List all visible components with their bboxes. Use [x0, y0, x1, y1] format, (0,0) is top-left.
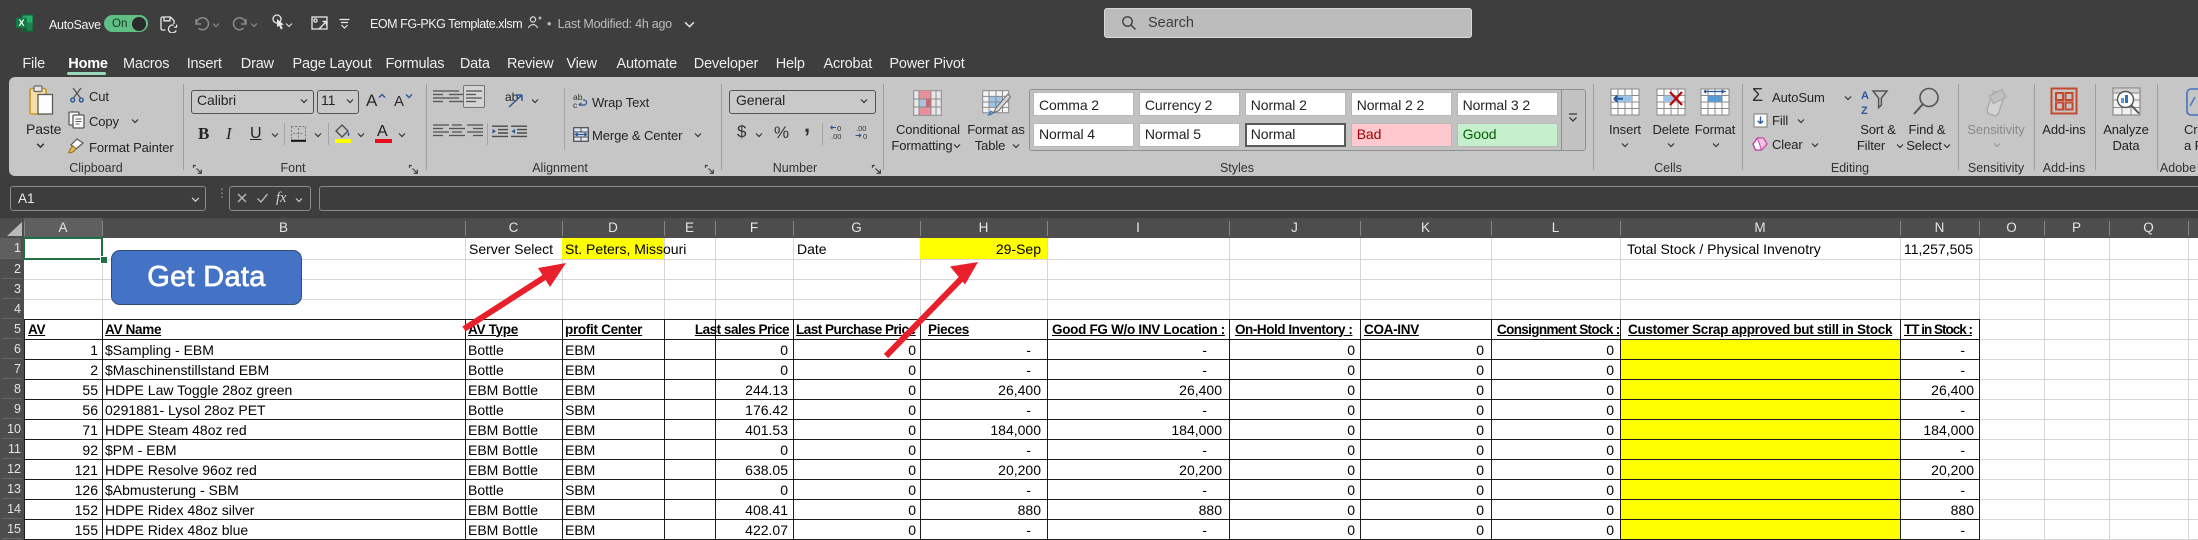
svg-text:A: A: [1861, 90, 1869, 102]
svg-text:Z: Z: [1861, 105, 1868, 117]
svg-text:X: X: [18, 18, 24, 28]
svg-text:.00: .00: [831, 132, 841, 140]
svg-text:0: 0: [863, 132, 867, 140]
